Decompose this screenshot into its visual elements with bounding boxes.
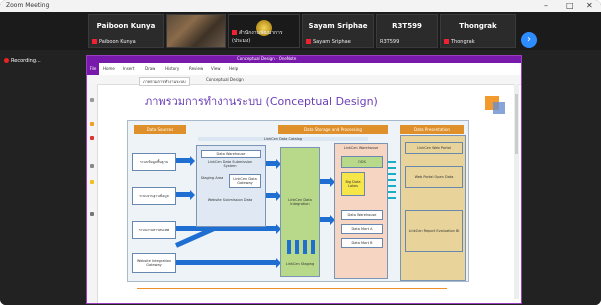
flow-arrow [176,189,195,200]
catalog-item: LinkCen Data Submission System [207,160,253,168]
catalog-item: Website Submission Data [207,198,253,202]
warehouse-item: Data Mart B [341,238,383,248]
recording-indicator: Recording... [4,58,41,64]
warehouse-item: Data Mart A [341,224,383,234]
vertical-scrollbar[interactable] [514,84,519,299]
flow-arrow [176,257,281,268]
catalog-item: Staging Area [200,176,224,180]
deco-blue-square [493,102,505,114]
muted-mic-icon [92,39,97,44]
presentation-item: LinkCen Report Evaluation BI [405,210,463,252]
file-tab[interactable]: File [87,63,99,75]
participant-label: สำนักงานพัฒนาการ (ประมง) [232,30,283,44]
screen-share-area: Recording... Conceptual Design - OneNote… [0,50,601,305]
lasso-icon[interactable] [90,212,94,216]
title-bar: Zoom Meeting – □ ✕ [0,0,601,12]
flow-arrow [266,158,281,169]
participant-name: Sayam Sriphae [308,22,368,30]
participant-tile[interactable]: Sayam Sriphae Sayam Sriphae [302,14,374,48]
zoom-window: Zoom Meeting – □ ✕ Paiboon Kunya Paiboon… [0,0,601,305]
header-data-sources: Data Sources [134,125,186,134]
ribbon-tab-home[interactable]: Home [103,66,115,71]
participant-video-tile[interactable] [166,14,226,48]
staging-bar [295,240,299,254]
marker-icon[interactable] [90,180,94,184]
muted-mic-icon [444,39,449,44]
ribbon-tab-draw[interactable]: Draw [145,66,155,71]
catalog-zone: Data Warehouse LinkCen Data Submission S… [196,145,266,227]
presentation-zone: LinkCen Web Portal Web Portal Open Data … [400,135,466,281]
pen-icon[interactable] [90,136,94,140]
ribbon-tab-review[interactable]: Review [189,66,203,71]
left-tool-rail [87,84,98,303]
integration-label: LinkCen Staging [285,262,315,266]
page-tab-overview[interactable]: ภาพรวมการทำงานระบบ [139,77,190,86]
presentation-item: Web Portal Open Data [405,166,463,188]
onenote-title-bar: Conceptual Design - OneNote [87,56,521,63]
rail-tool-icon[interactable] [90,98,94,102]
chevron-right-icon: › [527,34,531,45]
slide-title: ภาพรวมการทำงานระบบ (Conceptual Design) [145,95,378,108]
next-page-button[interactable]: › [521,32,537,48]
record-dot-icon [4,58,9,63]
catalog-item: LinkCen Data Gateway [229,174,261,188]
flow-arrow [266,190,281,201]
participant-label: Thongrak [444,39,475,45]
minimize-icon[interactable]: – [544,1,548,10]
page-tabs-bar: ภาพรวมการทำงานระบบ Conceptual Design [87,75,521,86]
highlighter-icon[interactable] [90,122,94,126]
warehouse-zone: LinkCen Warehouse ODS Big Data Lakes Dat… [334,143,388,279]
participant-name: Thongrak [459,22,497,30]
participant-tile[interactable]: สำนักงานพัฒนาการ (ประมง) [228,14,300,48]
warehouse-item: ODS [341,156,383,168]
participant-tile[interactable]: R3T599 R3T599 [376,14,438,48]
source-box: Website Integration Gateway [132,253,176,273]
ribbon-tab-help[interactable]: Help [229,66,238,71]
staging-bar [287,240,291,254]
participant-tile[interactable]: Paiboon Kunya Paiboon Kunya [88,14,164,48]
maximize-icon[interactable]: □ [566,1,574,10]
close-icon[interactable]: ✕ [586,1,593,10]
source-box: ระบบข้อมูลพื้นฐาน [132,153,176,171]
muted-mic-icon [306,39,311,44]
integration-label: LinkCen Data Integration [288,198,312,206]
presentation-item: LinkCen Web Portal [405,142,463,154]
header-presentation: Data Presentation [400,125,464,134]
catalog-item: Data Warehouse [201,150,261,158]
source-box: ระบบงานสารสนเทศ [132,221,176,239]
participant-label: Sayam Sriphae [306,39,351,45]
ribbon-tab-view[interactable]: View [211,66,221,71]
staging-bar [303,240,307,254]
participant-name: Paiboon Kunya [96,22,156,30]
shared-screen: Conceptual Design - OneNote Home Insert … [86,55,522,304]
participant-strip: Paiboon Kunya Paiboon Kunya สำนักงานพัฒน… [0,12,601,50]
staging-bar [311,240,315,254]
header-storage-processing: Data Storage and Processing [278,125,388,134]
participant-name: R3T599 [392,22,422,30]
ribbon-tab-history[interactable]: History [165,66,179,71]
participant-label: R3T599 [380,39,400,45]
warehouse-title: LinkCen Warehouse [343,146,379,150]
flow-arrow [176,155,195,166]
ribbon-tab-insert[interactable]: Insert [123,66,134,71]
participant-tile[interactable]: Thongrak Thongrak [440,14,516,48]
integration-zone: LinkCen Data Integration LinkCen Staging [280,147,320,277]
muted-mic-icon [232,30,237,35]
page-tab-conceptual[interactable]: Conceptual Design [203,77,247,82]
footer-line [137,288,447,289]
eraser-icon[interactable] [90,164,94,168]
source-box: ระบบงานฐานข้อมูล [132,187,176,205]
catalog-subheader: LinkCen Data Catalog [198,137,368,141]
flow-arrow [320,176,335,187]
participant-label: Paiboon Kunya [92,39,136,45]
conceptual-diagram: Data Sources Data Storage and Processing… [127,120,469,282]
flow-arrow [320,214,335,225]
window-title: Zoom Meeting [6,2,50,9]
warehouse-item: Big Data Lakes [341,172,365,196]
warehouse-item: Data Warehouse [341,210,383,220]
scroll-thumb[interactable] [515,94,518,154]
